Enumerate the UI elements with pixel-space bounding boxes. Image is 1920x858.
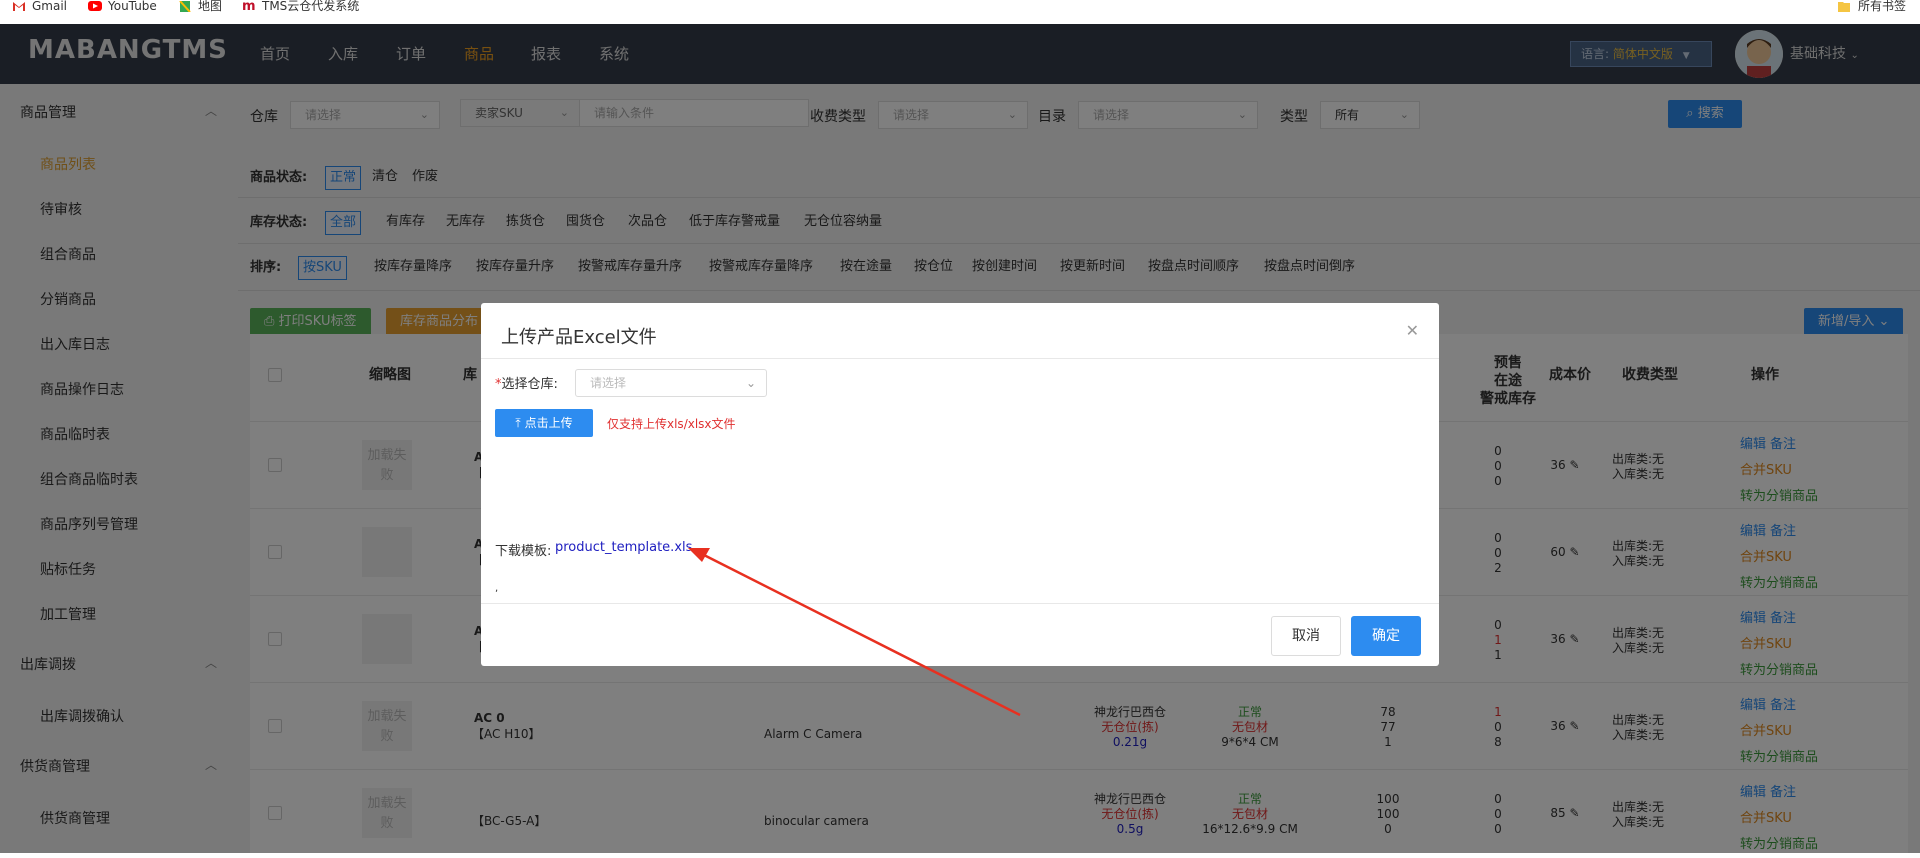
gmail-icon: [12, 1, 26, 12]
bookmark-label: TMS云仓代发系统: [262, 0, 360, 13]
warehouse-select[interactable]: 请选择 ⌄: [575, 369, 767, 397]
bookmark-youtube[interactable]: YouTube: [88, 0, 157, 12]
bookmark-label: 地图: [198, 0, 223, 13]
bookmark-label: YouTube: [108, 0, 157, 13]
warehouse-label-text: 选择仓库:: [501, 377, 558, 392]
tms-icon: m: [242, 0, 256, 14]
all-bookmarks[interactable]: 所有书签: [1838, 0, 1906, 12]
upload-icon: ⤒: [515, 416, 521, 430]
chevron-down-icon: ⌄: [745, 376, 756, 390]
cancel-button[interactable]: 取消: [1271, 616, 1341, 656]
warehouse-label: *选择仓库:: [495, 377, 558, 392]
bookmarks-bar: Gmail YouTube 地图 m TMS云仓代发系统 所有书签: [0, 0, 1920, 24]
stray-text: ,: [495, 583, 499, 594]
divider: [481, 603, 1439, 604]
upload-tip: 仅支持上传xls/xlsx文件: [607, 417, 736, 431]
maps-icon: [178, 0, 192, 13]
folder-icon: [1838, 1, 1852, 12]
close-icon[interactable]: ✕: [1406, 321, 1419, 340]
all-bookmarks-label: 所有书签: [1858, 0, 1907, 13]
upload-dialog: 上传产品Excel文件 ✕ *选择仓库: 请选择 ⌄ ⤒ 点击上传 仅支持上传xl…: [481, 303, 1439, 666]
template-label: 下载模板:: [495, 544, 552, 559]
dialog-title: 上传产品Excel文件: [501, 327, 657, 348]
bookmark-maps[interactable]: 地图: [178, 0, 223, 13]
bookmark-gmail[interactable]: Gmail: [12, 0, 67, 12]
confirm-button[interactable]: 确定: [1351, 616, 1421, 656]
bookmark-tms[interactable]: m TMS云仓代发系统: [242, 0, 360, 14]
upload-button-label: 点击上传: [524, 416, 573, 430]
template-download-link[interactable]: product_template.xls: [555, 540, 692, 555]
divider: [481, 358, 1439, 359]
youtube-icon: [88, 0, 102, 12]
upload-button[interactable]: ⤒ 点击上传: [495, 409, 593, 437]
warehouse-select-placeholder: 请选择: [590, 376, 627, 390]
bookmark-label: Gmail: [32, 0, 68, 13]
